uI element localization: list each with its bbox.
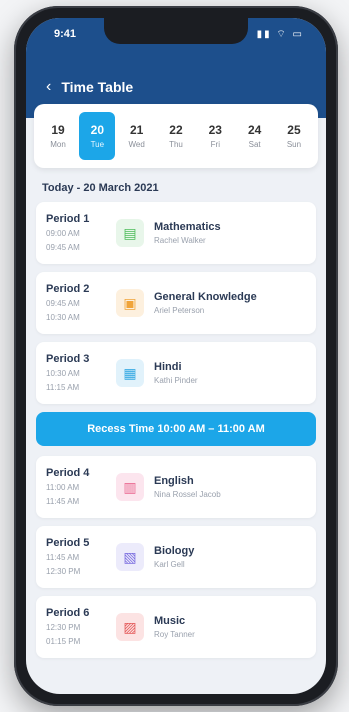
- subject-block: Mathematics Rachel Walker: [154, 221, 221, 245]
- date-day: Sun: [286, 140, 302, 149]
- book-icon: ▣: [116, 289, 144, 317]
- period-start-time: 12:30 PM: [46, 623, 81, 632]
- period-time-block: Period 1 09:00 AM 09:45 AM: [46, 213, 116, 253]
- date-day: Thu: [169, 140, 183, 149]
- phone-notch: [104, 18, 248, 44]
- date-item[interactable]: 24 Sat: [237, 112, 273, 160]
- teacher-name: Kathi Pinder: [154, 376, 198, 385]
- book-icon: ▧: [116, 543, 144, 571]
- status-time: 9:41: [54, 28, 77, 40]
- today-label: Today - 20 March 2021: [42, 182, 159, 194]
- subject-name: Music: [154, 615, 186, 627]
- book-icon: ▦: [116, 359, 144, 387]
- book-icon: ▤: [116, 219, 144, 247]
- subject-block: Biology Karl Gell: [154, 545, 194, 569]
- date-number: 22: [169, 123, 183, 137]
- subject-block: Music Roy Tanner: [154, 615, 195, 639]
- date-item[interactable]: 25 Sun: [276, 112, 312, 160]
- period-name: Period 2: [46, 283, 90, 295]
- period-start-time: 09:45 AM: [46, 299, 80, 308]
- teacher-name: Karl Gell: [154, 560, 185, 569]
- app-header: 9:41 ▮▮ ⌔ ▭ ‹ Time Table: [26, 18, 326, 118]
- teacher-name: Roy Tanner: [154, 630, 195, 639]
- date-strip: 19 Mon 20 Tue 21 Wed 22 Thu 23 Fri 24 Sat 25 Su…: [34, 104, 318, 168]
- date-day: Sat: [248, 140, 261, 149]
- period-end-time: 12:30 PM: [46, 567, 81, 576]
- period-name: Period 1: [46, 213, 90, 225]
- period-start-time: 11:00 AM: [46, 483, 80, 492]
- period-card[interactable]: Period 2 09:45 AM 10:30 AM ▣ General Kno…: [36, 272, 316, 334]
- subject-block: General Knowledge Ariel Peterson: [154, 291, 257, 315]
- subject-name: English: [154, 475, 194, 487]
- date-day: Fri: [210, 140, 220, 149]
- book-icon: ▥: [116, 473, 144, 501]
- period-card[interactable]: Period 5 11:45 AM 12:30 PM ▧ Biology Kar…: [36, 526, 316, 588]
- period-end-time: 11:45 AM: [46, 497, 80, 506]
- page-title: Time Table: [61, 79, 134, 95]
- period-time-block: Period 4 11:00 AM 11:45 AM: [46, 467, 116, 507]
- date-item[interactable]: 21 Wed: [119, 112, 155, 160]
- period-start-time: 11:45 AM: [46, 553, 80, 562]
- date-day: Tue: [90, 140, 105, 149]
- subject-name: Mathematics: [154, 221, 221, 233]
- period-name: Period 4: [46, 467, 90, 479]
- period-card[interactable]: Period 6 12:30 PM 01:15 PM ▨ Music Roy T…: [36, 596, 316, 658]
- teacher-name: Ariel Peterson: [154, 306, 205, 315]
- period-name: Period 3: [46, 353, 90, 365]
- period-card[interactable]: Period 3 10:30 AM 11:15 AM ▦ Hindi Kathi…: [36, 342, 316, 404]
- date-number: 24: [247, 123, 262, 137]
- subject-name: Hindi: [154, 361, 182, 373]
- period-time-block: Period 3 10:30 AM 11:15 AM: [46, 353, 116, 393]
- period-end-time: 10:30 AM: [46, 313, 80, 322]
- date-number: 20: [90, 123, 104, 137]
- status-icons: ▮▮ ⌔ ▭: [256, 29, 304, 40]
- subject-name: General Knowledge: [154, 291, 257, 303]
- subject-name: Biology: [154, 545, 195, 557]
- date-number: 25: [287, 123, 301, 137]
- period-card[interactable]: Period 1 09:00 AM 09:45 AM ▤ Mathematics…: [36, 202, 316, 264]
- date-number: 23: [208, 123, 222, 137]
- period-name: Period 6: [46, 607, 90, 619]
- book-icon: ▨: [116, 613, 144, 641]
- period-time-block: Period 6 12:30 PM 01:15 PM: [46, 607, 116, 647]
- date-item-selected[interactable]: 20 Tue: [79, 112, 116, 160]
- period-name: Period 5: [46, 537, 90, 549]
- period-start-time: 09:00 AM: [46, 229, 80, 238]
- period-start-time: 10:30 AM: [46, 369, 80, 378]
- date-item[interactable]: 23 Fri: [197, 112, 233, 160]
- recess-banner: Recess Time 10:00 AM – 11:00 AM: [36, 412, 316, 446]
- period-time-block: Period 5 11:45 AM 12:30 PM: [46, 537, 116, 577]
- subject-block: English Nina Rossel Jacob: [154, 475, 221, 499]
- date-day: Mon: [50, 140, 66, 149]
- teacher-name: Nina Rossel Jacob: [154, 490, 221, 499]
- teacher-name: Rachel Walker: [154, 236, 206, 245]
- date-day: Wed: [128, 140, 145, 149]
- date-item[interactable]: 19 Mon: [40, 112, 76, 160]
- period-end-time: 11:15 AM: [46, 383, 80, 392]
- period-end-time: 01:15 PM: [46, 637, 81, 646]
- back-icon[interactable]: ‹: [46, 78, 51, 96]
- period-time-block: Period 2 09:45 AM 10:30 AM: [46, 283, 116, 323]
- date-number: 19: [51, 123, 65, 137]
- subject-block: Hindi Kathi Pinder: [154, 361, 198, 385]
- nav-bar: ‹ Time Table: [46, 78, 133, 96]
- phone-screen: 9:41 ▮▮ ⌔ ▭ ‹ Time Table 19 Mon 20 Tue 21 W…: [26, 18, 326, 694]
- period-card[interactable]: Period 4 11:00 AM 11:45 AM ▥ English Nin…: [36, 456, 316, 518]
- phone-frame: 9:41 ▮▮ ⌔ ▭ ‹ Time Table 19 Mon 20 Tue 21 W…: [14, 6, 338, 706]
- date-number: 21: [129, 123, 144, 137]
- date-item[interactable]: 22 Thu: [158, 112, 194, 160]
- period-end-time: 09:45 AM: [46, 243, 80, 252]
